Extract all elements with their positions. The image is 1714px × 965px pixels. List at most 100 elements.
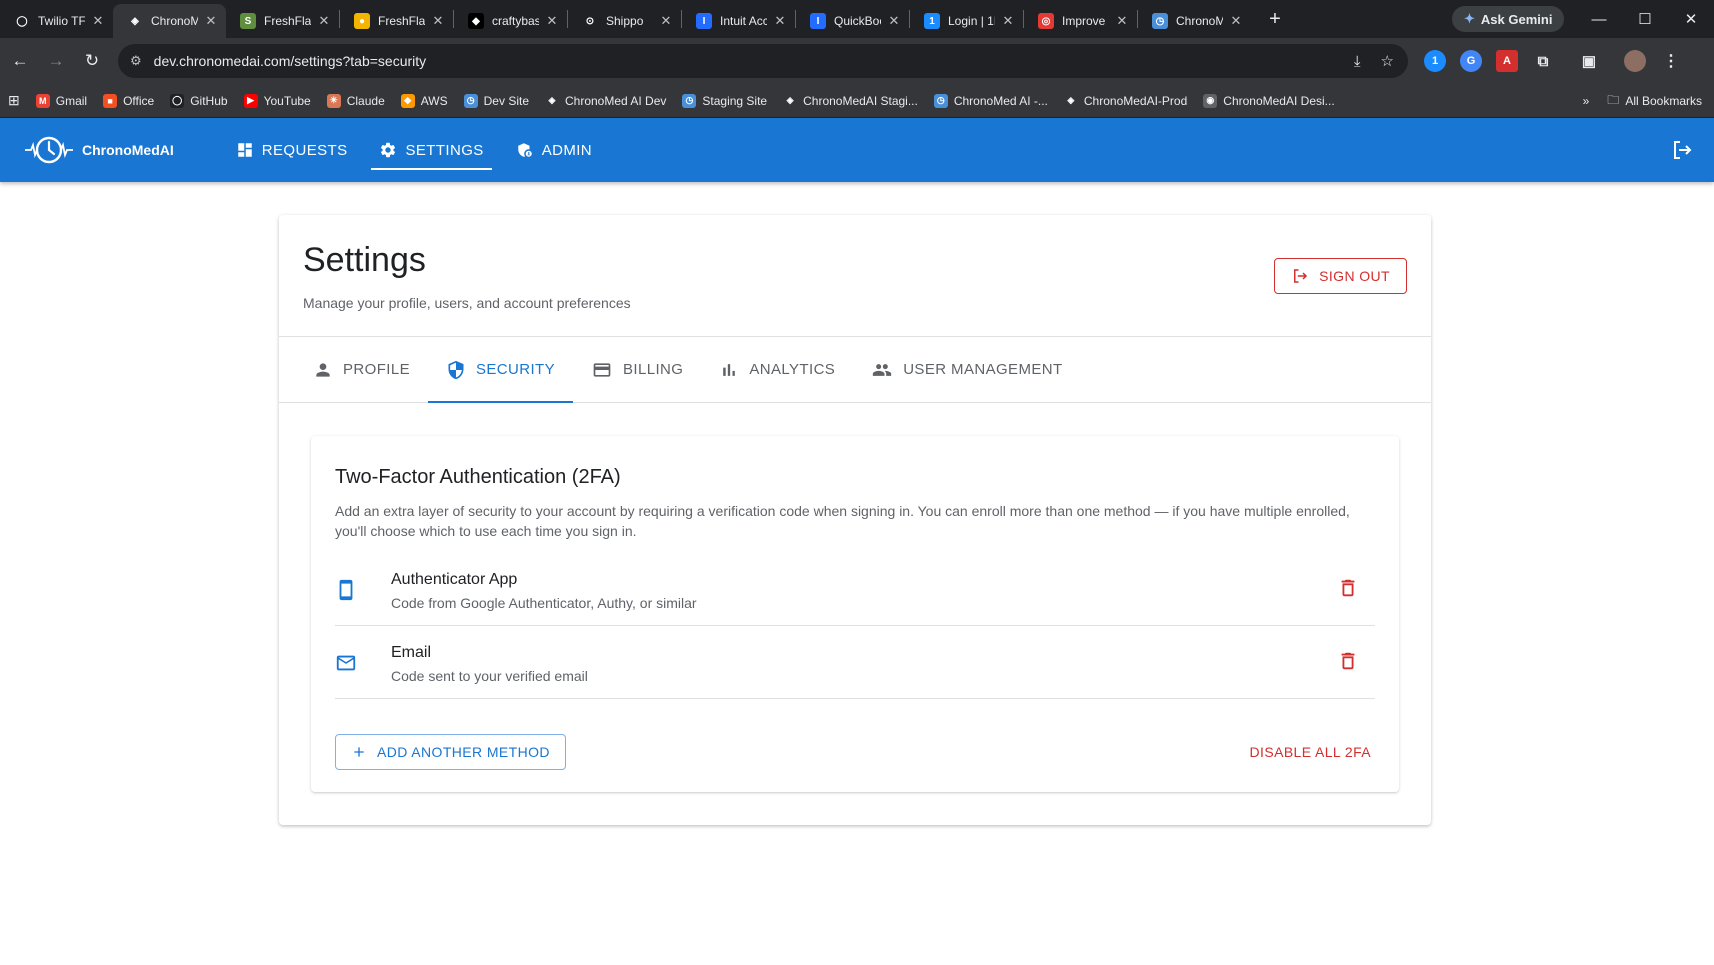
- tab-title: FreshFlap: [378, 14, 425, 28]
- tab-analytics[interactable]: ANALYTICS: [701, 337, 853, 402]
- browser-tab[interactable]: ⊙ Shippo ✕: [568, 6, 681, 36]
- tab-close-icon[interactable]: ✕: [317, 13, 331, 29]
- tab-profile[interactable]: PROFILE: [295, 337, 428, 402]
- install-app-icon[interactable]: ⤓: [1354, 53, 1361, 70]
- delete-authenticator-button[interactable]: [1337, 577, 1359, 599]
- side-panel-icon[interactable]: ▣: [1578, 50, 1600, 72]
- plus-icon: [354, 747, 364, 757]
- bookmarks-overflow-icon[interactable]: »: [1583, 94, 1590, 108]
- browser-tab[interactable]: I Intuit Acc ✕: [682, 6, 795, 36]
- tab-user-management[interactable]: USER MANAGEMENT: [853, 337, 1080, 402]
- bookmark-item[interactable]: ◆ AWS: [400, 93, 448, 108]
- tab-favicon-icon: ●: [354, 13, 370, 29]
- bookmark-favicon-icon: M: [35, 93, 50, 108]
- bookmark-item[interactable]: ▶ YouTube: [243, 93, 311, 108]
- browser-tab[interactable]: ◷ ChronoMe ✕: [1138, 6, 1251, 36]
- bookmark-favicon-icon: ◆: [400, 93, 415, 108]
- browser-menu-icon[interactable]: ⋮: [1660, 50, 1682, 72]
- tab-close-icon[interactable]: ✕: [659, 13, 673, 29]
- tab-close-icon[interactable]: ✕: [887, 13, 901, 29]
- logout-icon[interactable]: [1670, 138, 1694, 162]
- bookmark-favicon-icon: ◷: [933, 93, 948, 108]
- browser-tab[interactable]: 1 Login | 1P ✕: [910, 6, 1023, 36]
- sign-out-button[interactable]: SIGN OUT: [1274, 258, 1407, 294]
- maximize-icon[interactable]: ☐: [1622, 10, 1668, 28]
- ask-gemini-button[interactable]: ✦ Ask Gemini: [1452, 6, 1565, 32]
- address-bar[interactable]: ⚙ dev.chronomedai.com/settings?tab=secur…: [118, 44, 1408, 78]
- bookmark-list: M Gmail ■ Office ◯ GitHub ▶ YouTube ✳ Claude ◆ AWS ◷…: [35, 93, 1351, 108]
- browser-tab[interactable]: ◈ ChronoMedAI ✕: [113, 4, 226, 38]
- tab-billing[interactable]: BILLING: [573, 337, 701, 402]
- bookmark-favicon-icon: ◷: [463, 93, 478, 108]
- bookmark-item[interactable]: ◉ ChronoMedAI Desi...: [1203, 93, 1335, 108]
- brand-name: ChronoMedAI: [82, 142, 174, 158]
- tab-close-icon[interactable]: ✕: [545, 13, 559, 29]
- method-authenticator-app: Authenticator App Code from Google Authe…: [335, 553, 1375, 626]
- tab-close-icon[interactable]: ✕: [1115, 13, 1129, 29]
- page-title: Settings: [303, 241, 426, 279]
- tab-close-icon[interactable]: ✕: [773, 13, 787, 29]
- nav-admin[interactable]: ADMIN: [508, 130, 600, 170]
- new-tab-button[interactable]: +: [1263, 8, 1287, 31]
- bookmark-label: ChronoMed AI -...: [953, 93, 1048, 108]
- window-controls: — ☐ ✕: [1576, 0, 1714, 38]
- site-info-icon[interactable]: ⚙: [130, 53, 142, 69]
- nav-requests[interactable]: REQUESTS: [228, 130, 356, 170]
- add-another-method-button[interactable]: ADD ANOTHER METHOD: [335, 734, 566, 770]
- browser-tab[interactable]: ● FreshFlap ✕: [340, 6, 453, 36]
- onepassword-extension-icon[interactable]: 1: [1424, 50, 1446, 72]
- person-icon: [313, 360, 333, 380]
- disable-all-2fa-button[interactable]: DISABLE ALL 2FA: [1250, 744, 1371, 760]
- minimize-icon[interactable]: —: [1576, 11, 1622, 28]
- extensions-puzzle-icon[interactable]: ⧉: [1532, 50, 1554, 72]
- bookmark-label: ChronoMedAI Desi...: [1223, 93, 1335, 108]
- bookmark-favicon-icon: ◈: [545, 93, 559, 108]
- pdf-extension-icon[interactable]: A: [1496, 50, 1518, 72]
- nav-settings[interactable]: SETTINGS: [371, 130, 492, 170]
- close-window-icon[interactable]: ✕: [1668, 10, 1714, 28]
- tab-title: craftybase: [492, 14, 539, 28]
- brand-logo[interactable]: ChronoMedAI: [24, 134, 174, 166]
- browser-tab[interactable]: ◎ Improve Y ✕: [1024, 6, 1137, 36]
- delete-email-button[interactable]: [1337, 650, 1359, 672]
- tab-close-icon[interactable]: ✕: [1001, 13, 1015, 29]
- tab-title: Twilio TFN: [38, 14, 85, 28]
- bookmark-favicon-icon: ◈: [1063, 93, 1078, 108]
- bookmark-favicon-icon: ◉: [1203, 93, 1218, 108]
- bookmark-label: ChronoMedAI-Prod: [1083, 93, 1188, 108]
- tab-close-icon[interactable]: ✕: [91, 13, 105, 29]
- tab-close-icon[interactable]: ✕: [431, 13, 445, 29]
- tab-favicon-icon: ◈: [127, 13, 143, 29]
- bookmark-item[interactable]: M Gmail: [35, 93, 87, 108]
- browser-tab[interactable]: S FreshFlap ✕: [226, 6, 339, 36]
- bookmark-item[interactable]: ◷ Dev Site: [463, 93, 529, 108]
- twofa-title: Two-Factor Authentication (2FA): [335, 466, 621, 488]
- tab-analytics-label: ANALYTICS: [749, 361, 836, 378]
- reload-icon[interactable]: ↻: [74, 51, 110, 71]
- bookmark-star-icon[interactable]: ☆: [1381, 52, 1394, 70]
- tab-title: Login | 1P: [948, 14, 995, 28]
- bookmark-item[interactable]: ◈ ChronoMedAI-Prod: [1063, 93, 1188, 108]
- back-arrow-icon[interactable]: ←: [2, 51, 38, 71]
- apps-grid-icon[interactable]: ⊞: [8, 92, 20, 109]
- tab-close-icon[interactable]: ✕: [204, 13, 218, 29]
- bookmark-item[interactable]: ◷ Staging Site: [682, 93, 767, 108]
- bookmark-item[interactable]: ◈ ChronoMedAI Stagi...: [783, 93, 918, 108]
- browser-tab[interactable]: ◆ craftybase ✕: [454, 6, 567, 36]
- bookmark-item[interactable]: ◯ GitHub: [170, 93, 228, 108]
- bookmark-item[interactable]: ✳ Claude: [326, 93, 385, 108]
- browser-tab[interactable]: ◯ Twilio TFN ✕: [0, 6, 113, 36]
- forward-arrow-icon[interactable]: →: [38, 51, 74, 71]
- browser-tab[interactable]: I QuickBoo ✕: [796, 6, 909, 36]
- bookmark-favicon-icon: ◯: [170, 93, 185, 108]
- bookmark-item[interactable]: ◈ ChronoMed AI Dev: [545, 93, 666, 108]
- group-icon: [871, 360, 893, 380]
- tab-close-icon[interactable]: ✕: [1229, 13, 1243, 29]
- vpn-extension-icon[interactable]: G: [1460, 50, 1482, 72]
- bookmark-item[interactable]: ◷ ChronoMed AI -...: [933, 93, 1048, 108]
- all-bookmarks-button[interactable]: 🗀 All Bookmarks: [1607, 91, 1702, 112]
- tab-security[interactable]: SECURITY: [427, 337, 574, 403]
- profile-avatar[interactable]: [1624, 50, 1646, 72]
- tab-profile-label: PROFILE: [343, 361, 410, 378]
- bookmark-item[interactable]: ■ Office: [103, 93, 154, 108]
